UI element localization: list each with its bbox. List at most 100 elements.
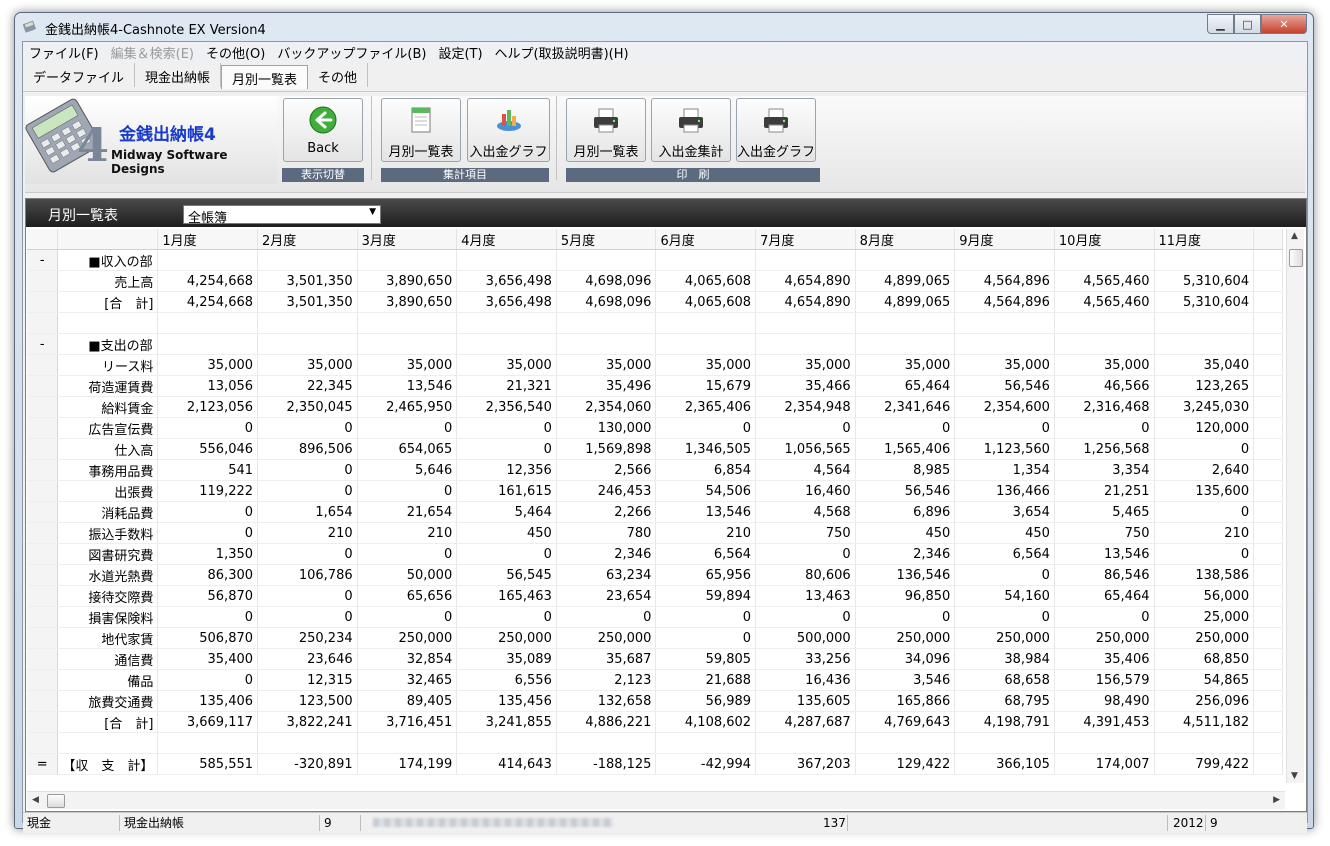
monthly-table[interactable]: 1月度 2月度 3月度 4月度 5月度 6月度 7月度 8月度 9月度 10月度 11月度 - ■収入…: [27, 229, 1283, 783]
table-row[interactable]: [合 計] 4,254,668 3,501,350 3,890,650 3,656,49…: [27, 291, 1283, 313]
row-expander[interactable]: [27, 522, 59, 544]
monthly-list-button[interactable]: 月別一覧表: [381, 98, 461, 162]
row-expander[interactable]: [27, 648, 59, 670]
table-row[interactable]: 仕入高 556,046 896,506 654,065 0 1,569,898 1,346,…: [27, 438, 1283, 460]
panel-header: 月別一覧表 全帳簿 ▼: [26, 199, 1306, 227]
row-expander[interactable]: -: [27, 249, 59, 271]
table-row[interactable]: 水道光熱費 86,300 106,786 50,000 56,545 63,234 65,9…: [27, 564, 1283, 586]
ledger-dropdown[interactable]: 全帳簿 ▼: [183, 205, 381, 226]
column-header[interactable]: 7月度: [755, 229, 856, 250]
table-cell: 250,000: [556, 627, 657, 649]
table-row[interactable]: 接待交際費 56,870 0 65,656 165,463 23,654 59,894 13,…: [27, 585, 1283, 607]
table-row[interactable]: 旅費交通費 135,406 123,500 89,405 135,456 132,658 5…: [27, 690, 1283, 712]
menu-item-0[interactable]: ファイル(F): [23, 43, 105, 62]
horizontal-scrollbar[interactable]: ◀ ▶: [27, 791, 1285, 809]
vertical-scroll-thumb[interactable]: [1289, 249, 1303, 267]
row-expander[interactable]: [27, 417, 59, 439]
minimize-button[interactable]: ▁: [1207, 14, 1234, 34]
print-monthly-button[interactable]: 月別一覧表: [566, 98, 646, 162]
row-expander[interactable]: [27, 396, 59, 418]
table-row[interactable]: 振込手数料 0 210 210 450 780 210 750 450 450 750 210: [27, 522, 1283, 544]
column-header[interactable]: 5月度: [556, 229, 657, 250]
row-expander[interactable]: [27, 627, 59, 649]
table-row[interactable]: 事務用品費 541 0 5,646 12,356 2,566 6,854 4,564 8,985…: [27, 459, 1283, 481]
table-row[interactable]: リース料 35,000 35,000 35,000 35,000 35,000 35,000…: [27, 354, 1283, 376]
table-cell: 174,199: [357, 753, 458, 775]
menu-item-3[interactable]: バックアップファイル(B): [271, 43, 432, 62]
tab-1[interactable]: 現金出納帳: [135, 63, 222, 87]
column-header[interactable]: 3月度: [357, 229, 458, 250]
table-row[interactable]: [合 計] 3,669,117 3,822,241 3,716,451 3,241,85…: [27, 711, 1283, 733]
title-bar[interactable]: 金銭出納帳4-Cashnote EX Version4 ▁ □ ✕: [15, 13, 1313, 41]
table-row[interactable]: 広告宣伝費 0 0 0 0 130,000 0 0 0 0 0 120,000: [27, 417, 1283, 439]
table-row[interactable]: 図書研究費 1,350 0 0 0 2,346 6,564 0 2,346 6,564 13,546…: [27, 543, 1283, 565]
vertical-scrollbar[interactable]: ▲ ▼: [1286, 229, 1304, 783]
row-label: ■支出の部: [57, 333, 159, 355]
row-expander[interactable]: [27, 501, 59, 523]
row-expander[interactable]: [27, 732, 59, 754]
close-button[interactable]: ✕: [1261, 14, 1307, 34]
table-row[interactable]: 給料賃金 2,123,056 2,350,045 2,465,950 2,356,540…: [27, 396, 1283, 418]
table-row[interactable]: [27, 732, 1283, 754]
table-cell: 3,501,350: [257, 291, 358, 313]
row-expander[interactable]: [27, 480, 59, 502]
menu-item-1[interactable]: 編集＆検索(E): [105, 43, 200, 62]
column-header[interactable]: 10月度: [1054, 229, 1155, 250]
table-cell: 120,000: [1154, 417, 1255, 439]
menu-item-5[interactable]: ヘルプ(取扱説明書)(H): [489, 43, 635, 62]
row-expander[interactable]: [27, 354, 59, 376]
row-expander[interactable]: [27, 543, 59, 565]
row-expander[interactable]: [27, 270, 59, 292]
column-header[interactable]: 8月度: [855, 229, 956, 250]
table-row[interactable]: 通信費 35,400 23,646 32,854 35,089 35,687 59,805 3…: [27, 648, 1283, 670]
row-label: 備品: [57, 669, 159, 691]
row-expander[interactable]: =: [27, 753, 59, 775]
row-label: ■収入の部: [57, 249, 159, 271]
row-expander[interactable]: [27, 438, 59, 460]
table-row[interactable]: [27, 312, 1283, 334]
table-row[interactable]: 荷造運賃費 13,056 22,345 13,546 21,321 35,496 15,67…: [27, 375, 1283, 397]
row-expander[interactable]: [27, 291, 59, 313]
table-cell: [1054, 312, 1155, 334]
row-expander[interactable]: [27, 711, 59, 733]
table-cell: 32,854: [357, 648, 458, 670]
table-row[interactable]: 損害保険料 0 0 0 0 0 0 0 0 0 0 25,000: [27, 606, 1283, 628]
print-graph-button[interactable]: 入出金グラフ: [736, 98, 816, 162]
row-expander[interactable]: [27, 669, 59, 691]
print-summary-button[interactable]: 入出金集計: [651, 98, 731, 162]
column-header[interactable]: 9月度: [954, 229, 1055, 250]
menu-item-4[interactable]: 設定(T): [432, 43, 488, 62]
inout-graph-button[interactable]: 入出金グラフ: [467, 98, 550, 162]
table-row[interactable]: 売上高 4,254,668 3,501,350 3,890,650 3,656,498 4…: [27, 270, 1283, 292]
table-row[interactable]: 出張費 119,222 0 0 161,615 246,453 54,506 16,460 56…: [27, 480, 1283, 502]
tab-0[interactable]: データファイル: [23, 63, 136, 87]
horizontal-scroll-thumb[interactable]: [47, 794, 65, 808]
row-expander[interactable]: [27, 690, 59, 712]
back-button[interactable]: Back: [283, 98, 363, 162]
tab-3[interactable]: その他: [308, 63, 369, 87]
table-row[interactable]: = 【収 支 計】 585,551 -320,891 174,199 414,643 -18…: [27, 753, 1283, 775]
column-header[interactable]: 4月度: [456, 229, 557, 250]
tab-2[interactable]: 月別一覧表: [221, 65, 309, 89]
row-expander[interactable]: [27, 312, 59, 334]
column-header[interactable]: 1月度: [157, 229, 259, 250]
row-expander[interactable]: [27, 606, 59, 628]
table-row[interactable]: 消耗品費 0 1,654 21,654 5,464 2,266 13,546 4,568 6,8…: [27, 501, 1283, 523]
table-cell: 4,564: [755, 459, 856, 481]
summary-caption: 集計項目: [381, 168, 549, 182]
maximize-button[interactable]: □: [1234, 14, 1261, 34]
row-expander[interactable]: -: [27, 333, 59, 355]
table-row[interactable]: - ■支出の部: [27, 333, 1283, 355]
row-expander[interactable]: [27, 459, 59, 481]
row-expander[interactable]: [27, 585, 59, 607]
column-header[interactable]: 6月度: [655, 229, 757, 250]
table-row[interactable]: - ■収入の部: [27, 249, 1283, 271]
row-expander[interactable]: [27, 375, 59, 397]
column-header[interactable]: 11月度: [1154, 229, 1255, 250]
column-header[interactable]: 2月度: [257, 229, 358, 250]
row-expander[interactable]: [27, 564, 59, 586]
menu-item-2[interactable]: その他(O): [200, 43, 271, 62]
table-row[interactable]: 備品 0 12,315 32,465 6,556 2,123 21,688 16,436 3,5…: [27, 669, 1283, 691]
table-cell: 2,316,468: [1054, 396, 1155, 418]
table-row[interactable]: 地代家賃 506,870 250,234 250,000 250,000 250,000 0…: [27, 627, 1283, 649]
